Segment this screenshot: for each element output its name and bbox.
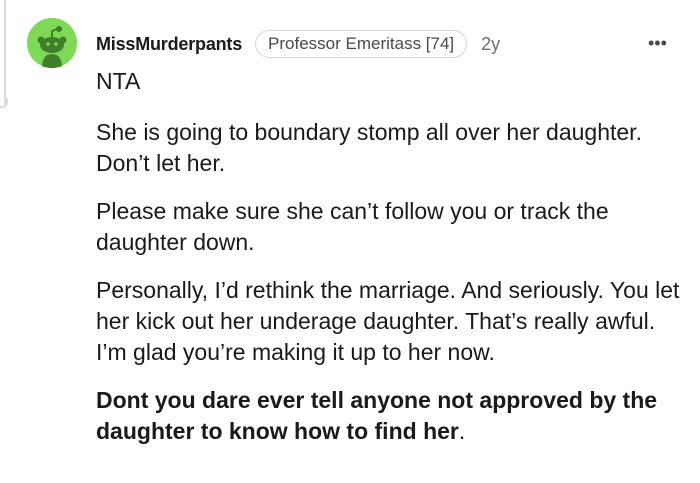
more-options-icon[interactable]: ••• [648,34,667,52]
comment-age[interactable]: 2y [481,34,500,55]
comment-paragraph: She is going to boundary stomp all over … [96,119,642,176]
user-flair: Professor Emeritass [74] [255,30,468,58]
comment-paragraph: Personally, I’d rethink the marriage. An… [96,277,680,365]
username-link[interactable]: MissMurderpants [96,34,242,55]
comment-line-nta: NTA [96,68,141,94]
thread-line[interactable] [4,0,6,104]
thread-line-curve [0,98,8,108]
comment-paragraph-bold: Dont you dare ever tell anyone not appro… [96,385,686,447]
comment-paragraph: Please make sure she can’t follow you or… [96,198,609,255]
comment-container: MissMurderpants Professor Emeritass [74]… [0,0,700,483]
reddit-snoo-avatar-icon [27,18,77,68]
avatar[interactable] [27,18,77,68]
bold-text: Dont you dare ever tell anyone not appro… [96,387,658,444]
comment-header: MissMurderpants Professor Emeritass [74]… [96,28,500,60]
trailing-period: . [458,418,466,444]
comment-body: NTA She is going to boundary stomp all o… [96,66,686,447]
